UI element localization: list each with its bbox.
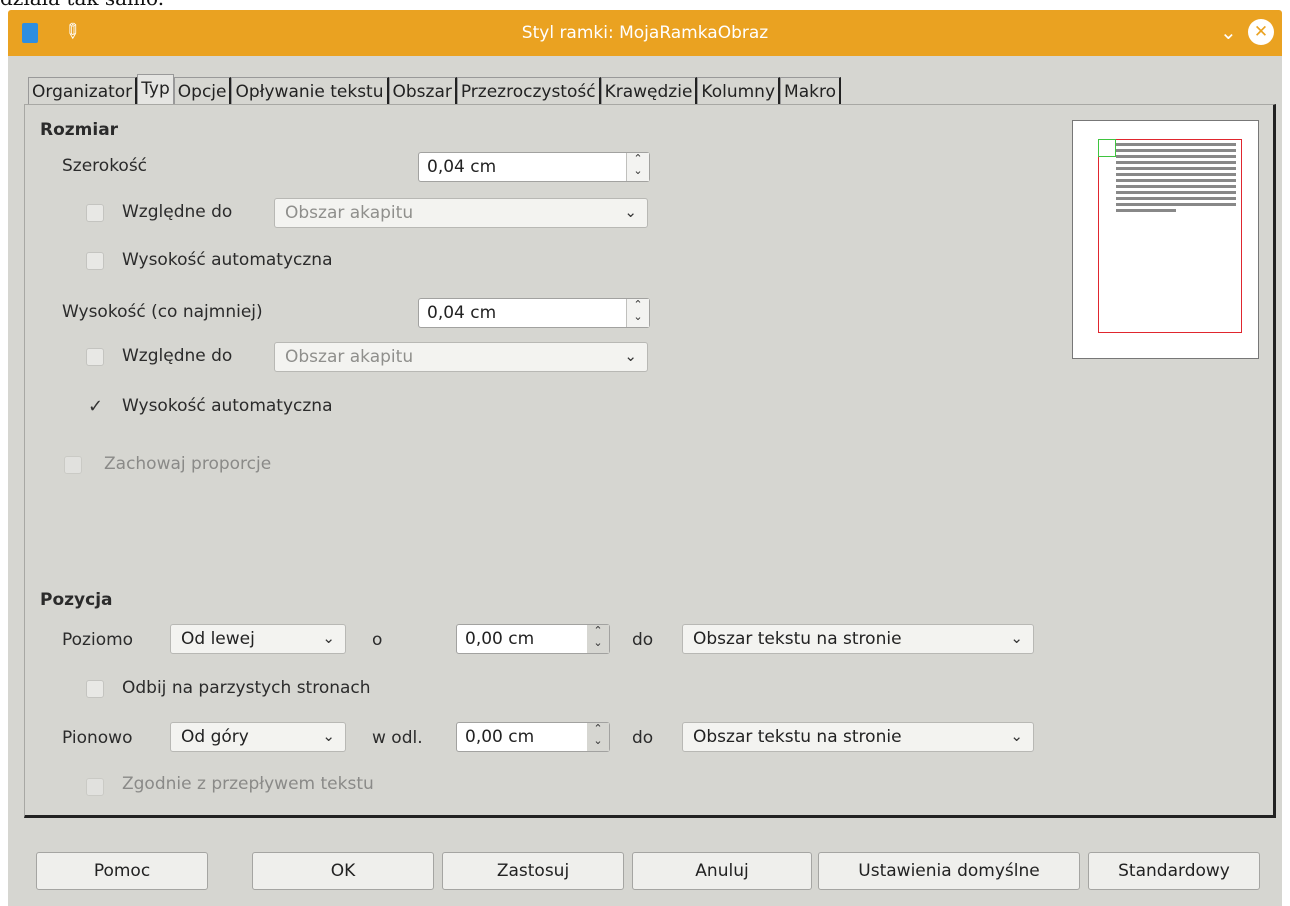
vertical-to-select[interactable]: Obszar tekstu na stronie ⌄ bbox=[682, 722, 1034, 752]
tab-kolumny[interactable]: Kolumny bbox=[697, 77, 781, 106]
horizontal-to-select[interactable]: Obszar tekstu na stronie ⌄ bbox=[682, 624, 1034, 654]
height-spinbox[interactable]: 0,04 cm ⌃ ⌄ bbox=[418, 298, 650, 328]
close-icon[interactable]: ✕ bbox=[1248, 19, 1274, 45]
frame-preview bbox=[1072, 120, 1259, 359]
height-label: Wysokość (co najmniej) bbox=[62, 302, 263, 322]
vertical-label: Pionowo bbox=[62, 728, 133, 748]
tab-opcje[interactable]: Opcje bbox=[173, 77, 232, 106]
mirror-checkbox[interactable] bbox=[86, 680, 104, 698]
cancel-button[interactable]: Anuluj bbox=[632, 852, 812, 890]
vertical-to-label: do bbox=[632, 728, 654, 748]
vertical-by-label: w odl. bbox=[372, 728, 423, 748]
ok-button[interactable]: OK bbox=[252, 852, 434, 890]
apply-button[interactable]: Zastosuj bbox=[442, 852, 624, 890]
mirror-label: Odbij na parzystych stronach bbox=[122, 678, 371, 698]
chevron-down-icon: ⌄ bbox=[1010, 727, 1023, 745]
height-spin-arrows-icon[interactable]: ⌃ ⌄ bbox=[626, 299, 649, 327]
background-document-text: działa tak samo. bbox=[0, 0, 164, 10]
horizontal-label: Poziomo bbox=[62, 630, 134, 650]
chevron-down-icon: ⌄ bbox=[322, 629, 335, 647]
chevron-down-icon: ⌄ bbox=[322, 727, 335, 745]
horizontal-to-label: do bbox=[632, 630, 654, 650]
width-spinbox[interactable]: 0,04 cm ⌃ ⌄ bbox=[418, 152, 650, 182]
horizontal-value: Od lewej bbox=[181, 629, 255, 649]
window-title: Styl ramki: MojaRamkaObraz bbox=[521, 23, 769, 43]
tab-krawedzie[interactable]: Krawędzie bbox=[600, 77, 698, 106]
width-relative-label: Względne do bbox=[122, 202, 233, 222]
height-auto-label: Wysokość automatyczna bbox=[122, 396, 333, 416]
height-value: 0,04 cm bbox=[427, 303, 497, 323]
height-relative-label: Względne do bbox=[122, 346, 233, 366]
chevron-down-icon: ⌄ bbox=[1010, 629, 1023, 647]
height-auto-checkbox-checked-icon[interactable]: ✓ bbox=[88, 396, 103, 417]
vertical-offset-spin-arrows-icon[interactable]: ⌃ ⌄ bbox=[587, 723, 609, 751]
tab-organizator[interactable]: Organizator bbox=[28, 77, 138, 106]
width-value: 0,04 cm bbox=[427, 157, 497, 177]
height-relative-select[interactable]: Obszar akapitu ⌄ bbox=[274, 342, 648, 372]
width-relative-select[interactable]: Obszar akapitu ⌄ bbox=[274, 198, 648, 228]
horizontal-offset-spin-arrows-icon[interactable]: ⌃ ⌄ bbox=[587, 625, 609, 653]
keep-ratio-label: Zachowaj proporcje bbox=[104, 454, 272, 474]
tab-obszar[interactable]: Obszar bbox=[388, 77, 457, 106]
width-label: Szerokość bbox=[62, 156, 148, 176]
width-auto-checkbox[interactable] bbox=[86, 252, 104, 270]
horizontal-select[interactable]: Od lewej ⌄ bbox=[170, 624, 346, 654]
tab-makro[interactable]: Makro bbox=[780, 77, 841, 106]
preview-text-lines bbox=[1116, 143, 1236, 215]
follow-flow-label: Zgodnie z przepływem tekstu bbox=[122, 774, 374, 794]
title-bar[interactable]: ✎ Styl ramki: MojaRamkaObraz ⌄ ✕ bbox=[8, 10, 1282, 56]
horizontal-to-value: Obszar tekstu na stronie bbox=[693, 629, 902, 649]
help-button[interactable]: Pomoc bbox=[36, 852, 208, 890]
tab-przezroczystosc[interactable]: Przezroczystość bbox=[456, 77, 601, 106]
vertical-offset-spinbox[interactable]: 0,00 cm ⌃ ⌄ bbox=[456, 722, 610, 752]
tab-typ[interactable]: Typ bbox=[137, 74, 174, 106]
vertical-select[interactable]: Od góry ⌄ bbox=[170, 722, 346, 752]
horizontal-by-label: o bbox=[372, 630, 383, 650]
tab-oplywanie-tekstu[interactable]: Opływanie tekstu bbox=[231, 77, 389, 106]
size-heading: Rozmiar bbox=[40, 120, 119, 140]
minimize-chevron-icon[interactable]: ⌄ bbox=[1220, 20, 1237, 44]
width-auto-label: Wysokość automatyczna bbox=[122, 250, 333, 270]
height-relative-value: Obszar akapitu bbox=[285, 347, 414, 367]
width-relative-checkbox[interactable] bbox=[86, 204, 104, 222]
preview-frame-box bbox=[1098, 139, 1116, 157]
keep-ratio-checkbox[interactable] bbox=[64, 456, 82, 474]
position-heading: Pozycja bbox=[40, 590, 113, 610]
standard-button[interactable]: Standardowy bbox=[1088, 852, 1260, 890]
vertical-offset-value: 0,00 cm bbox=[465, 727, 535, 747]
reset-defaults-button[interactable]: Ustawienia domyślne bbox=[818, 852, 1080, 890]
chevron-down-icon: ⌄ bbox=[624, 347, 637, 365]
tab-bar: Organizator Typ Opcje Opływanie tekstu O… bbox=[28, 74, 841, 106]
chevron-down-icon: ⌄ bbox=[624, 203, 637, 221]
horizontal-offset-value: 0,00 cm bbox=[465, 629, 535, 649]
vertical-to-value: Obszar tekstu na stronie bbox=[693, 727, 902, 747]
vertical-value: Od góry bbox=[181, 727, 249, 747]
horizontal-offset-spinbox[interactable]: 0,00 cm ⌃ ⌄ bbox=[456, 624, 610, 654]
follow-flow-checkbox[interactable] bbox=[86, 778, 104, 796]
height-relative-checkbox[interactable] bbox=[86, 348, 104, 366]
width-spin-arrows-icon[interactable]: ⌃ ⌄ bbox=[626, 153, 649, 181]
width-relative-value: Obszar akapitu bbox=[285, 203, 414, 223]
